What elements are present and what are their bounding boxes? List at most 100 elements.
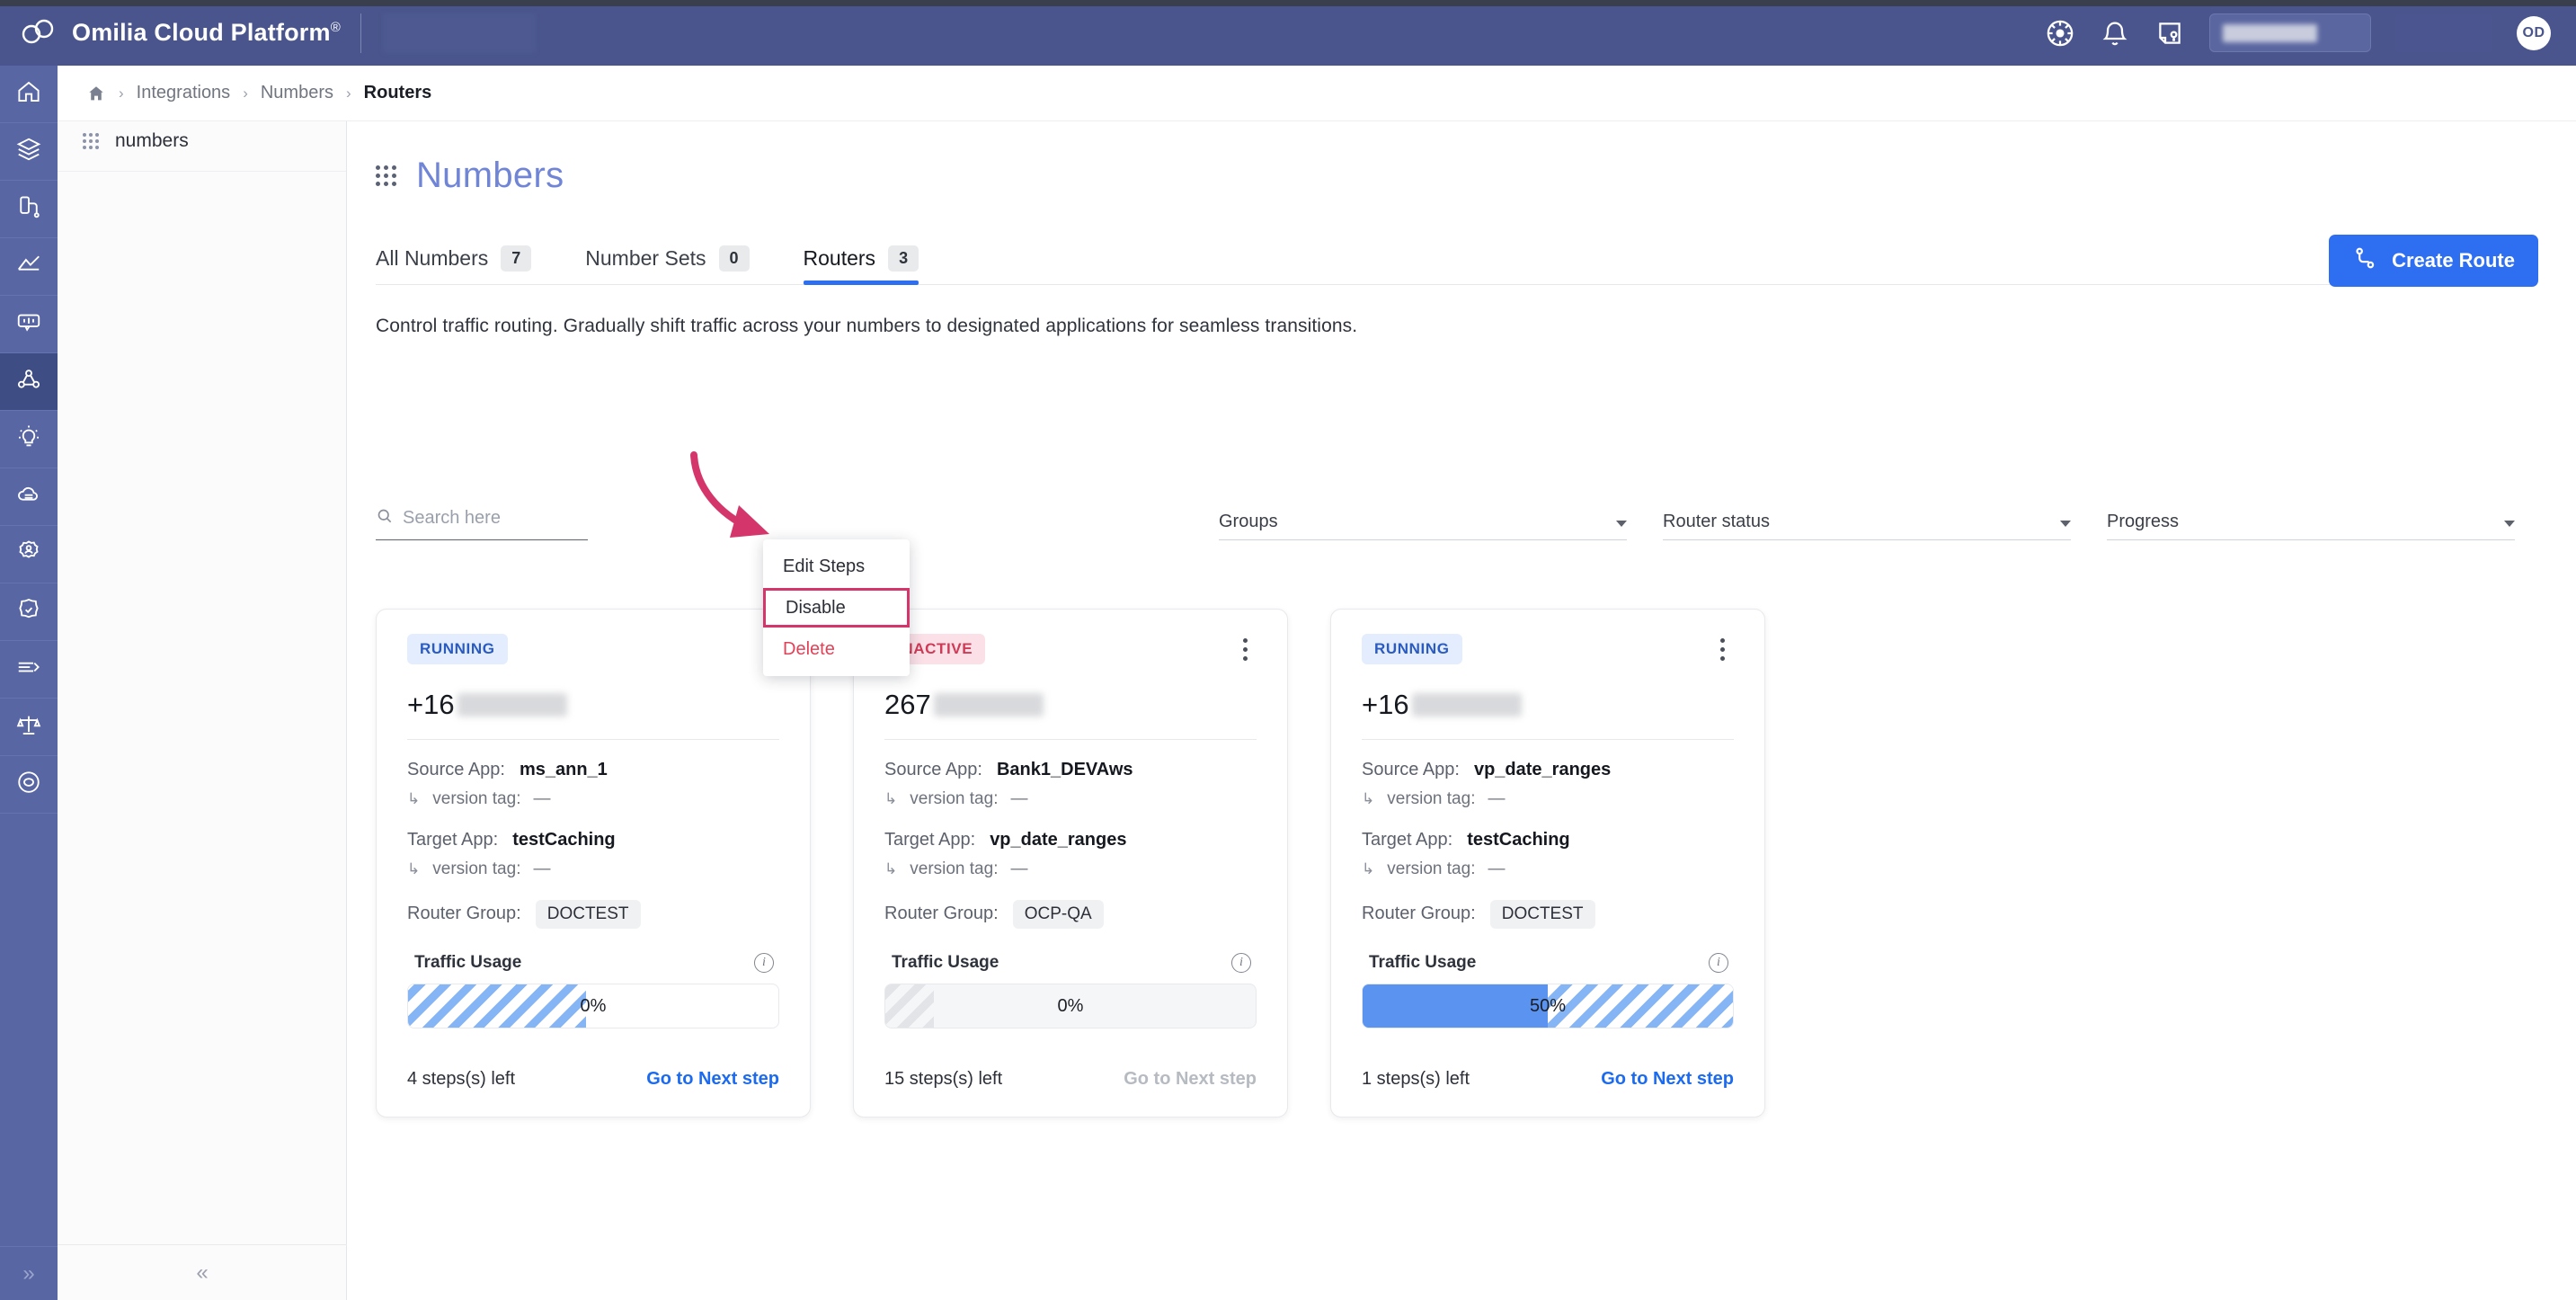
sidebar-item-devices[interactable] [0,181,58,238]
menu-item-disable[interactable]: Disable [763,588,910,628]
router-number-redacted [457,693,567,717]
source-app-value: Bank1_DEVAws [996,760,1133,779]
router-status-filter-select[interactable]: Router status [1663,497,2071,540]
app-header: Omilia Cloud Platform® OD [0,0,2576,66]
target-app-value: testCaching [512,830,616,850]
create-route-button[interactable]: Create Route [2329,235,2538,287]
sub-arrow-icon: ↳ [407,860,421,877]
progress-filter-select[interactable]: Progress [2107,497,2515,540]
steps-left: 1 steps(s) left [1362,1069,1470,1089]
rail-expand-button[interactable]: » [0,1246,58,1300]
help-wheel-icon[interactable] [2045,18,2075,49]
menu-item-edit-steps[interactable]: Edit Steps [763,547,910,586]
router-group-label: Router Group: [1362,904,1476,923]
version-tag-label: version tag: [1387,789,1476,808]
traffic-usage-header: Traffic Usage i [884,953,1257,973]
sidebar-item-integrations[interactable] [0,353,58,411]
traffic-bar-hatch [885,984,934,1028]
sidebar-item-dialog[interactable] [0,296,58,353]
version-tag-value: — [1010,859,1028,878]
brand[interactable]: Omilia Cloud Platform® [20,17,341,49]
router-group-row: Router Group: DOCTEST [407,900,779,930]
sidebar-item-insights[interactable] [0,411,58,468]
source-app-label: Source App: [1362,760,1460,779]
drag-handle-icon[interactable] [83,132,99,149]
home-icon[interactable] [86,84,106,103]
bell-icon[interactable] [2100,18,2130,49]
router-group-chip: OCP-QA [1012,900,1104,929]
version-tag-value: — [533,859,551,878]
search-input[interactable]: Search here [376,497,588,540]
sidebar-item-compliance[interactable] [0,699,58,756]
sidebar-item-cloud[interactable] [0,468,58,526]
sidebar-item-security[interactable] [0,583,58,641]
traffic-usage-label: Traffic Usage [892,953,999,972]
cloud-icon [15,481,42,512]
avatar[interactable]: OD [2517,15,2551,50]
steps-left: 4 steps(s) left [407,1069,516,1089]
router-group-row: Router Group: OCP-QA [884,900,1257,930]
info-icon[interactable]: i [1709,953,1728,973]
sub-arrow-icon: ↳ [884,860,898,877]
target-app-label: Target App: [407,830,499,850]
traffic-bar-fill [1363,984,1548,1028]
target-version-tag-row: ↳ version tag: — [884,859,1257,889]
go-to-next-step-link[interactable]: Go to Next step [646,1069,779,1090]
source-app-row: Source App: ms_ann_1 [407,760,779,789]
tab-routers[interactable]: Routers 3 [803,237,919,285]
traffic-usage-label: Traffic Usage [1369,953,1477,972]
tab-all-numbers[interactable]: All Numbers 7 [376,237,532,279]
menu-item-delete[interactable]: Delete [763,629,910,669]
tab-label: Routers [803,245,876,270]
drag-handle-icon[interactable] [376,165,396,186]
sidebar-item-tools[interactable] [0,641,58,699]
sidebar-collapse-button[interactable]: « [58,1244,347,1300]
sidebar-item-support[interactable] [0,756,58,814]
progress-filter-label: Progress [2107,512,2180,531]
version-tag-value: — [1010,789,1028,808]
secondary-sidebar: numbers « [58,66,347,1300]
tab-count-badge: 0 [718,245,750,272]
card-menu-button[interactable] [1711,633,1734,666]
router-card[interactable]: RUNNING +16 Source App: vp_date_ranges ↳… [1330,609,1765,1117]
info-icon[interactable]: i [1231,953,1251,973]
global-search-box[interactable] [2209,13,2371,52]
tab-count-badge: 3 [888,245,919,272]
chevron-down-icon [1616,521,1627,527]
version-tag-label: version tag: [910,859,999,878]
go-to-next-step-link[interactable]: Go to Next step [1601,1069,1734,1090]
target-app-value: vp_date_ranges [990,830,1127,850]
breadcrumb-item-numbers[interactable]: Numbers [261,83,333,103]
router-group-chip: DOCTEST [535,900,641,929]
router-number-redacted [933,693,1044,717]
card-footer: 15 steps(s) left Go to Next step [884,1069,1257,1090]
sidebar-item-admin-users[interactable] [0,526,58,583]
sidebar-item-layers[interactable] [0,123,58,181]
traffic-usage-header: Traffic Usage i [1362,953,1734,973]
sub-arrow-icon: ↳ [1362,860,1375,877]
source-version-tag-row: ↳ version tag: — [1362,789,1734,819]
target-version-tag-row: ↳ version tag: — [407,859,779,889]
tenant-selector[interactable] [383,13,536,53]
sidebar-item-analytics[interactable] [0,238,58,296]
groups-filter-select[interactable]: Groups [1219,497,1627,540]
card-details: Source App: vp_date_ranges ↳ version tag… [1362,760,1734,930]
tab-number-sets[interactable]: Number Sets 0 [585,237,750,279]
info-icon[interactable]: i [754,953,774,973]
notes-key-icon[interactable] [2154,18,2185,49]
version-tag-label: version tag: [432,859,521,878]
breadcrumb-separator: › [119,84,124,102]
traffic-bar-percent: 0% [580,995,607,1016]
breadcrumb-item-integrations[interactable]: Integrations [137,83,231,103]
router-card[interactable]: INACTIVE 267 Source App: Bank1_DEVAws ↳ … [853,609,1288,1117]
brand-name: Omilia Cloud Platform® [72,19,341,46]
source-version-tag-row: ↳ version tag: — [884,789,1257,819]
sub-arrow-icon: ↳ [1362,790,1375,807]
source-app-value: ms_ann_1 [519,760,608,779]
page-description: Control traffic routing. Gradually shift… [376,316,1358,336]
router-card[interactable]: RUNNING +16 Source App: ms_ann_1 ↳ versi… [376,609,811,1117]
card-menu-button[interactable] [1234,633,1257,666]
sidebar-item-home[interactable] [0,66,58,123]
card-divider [407,739,779,740]
status-badge: RUNNING [1362,634,1462,664]
